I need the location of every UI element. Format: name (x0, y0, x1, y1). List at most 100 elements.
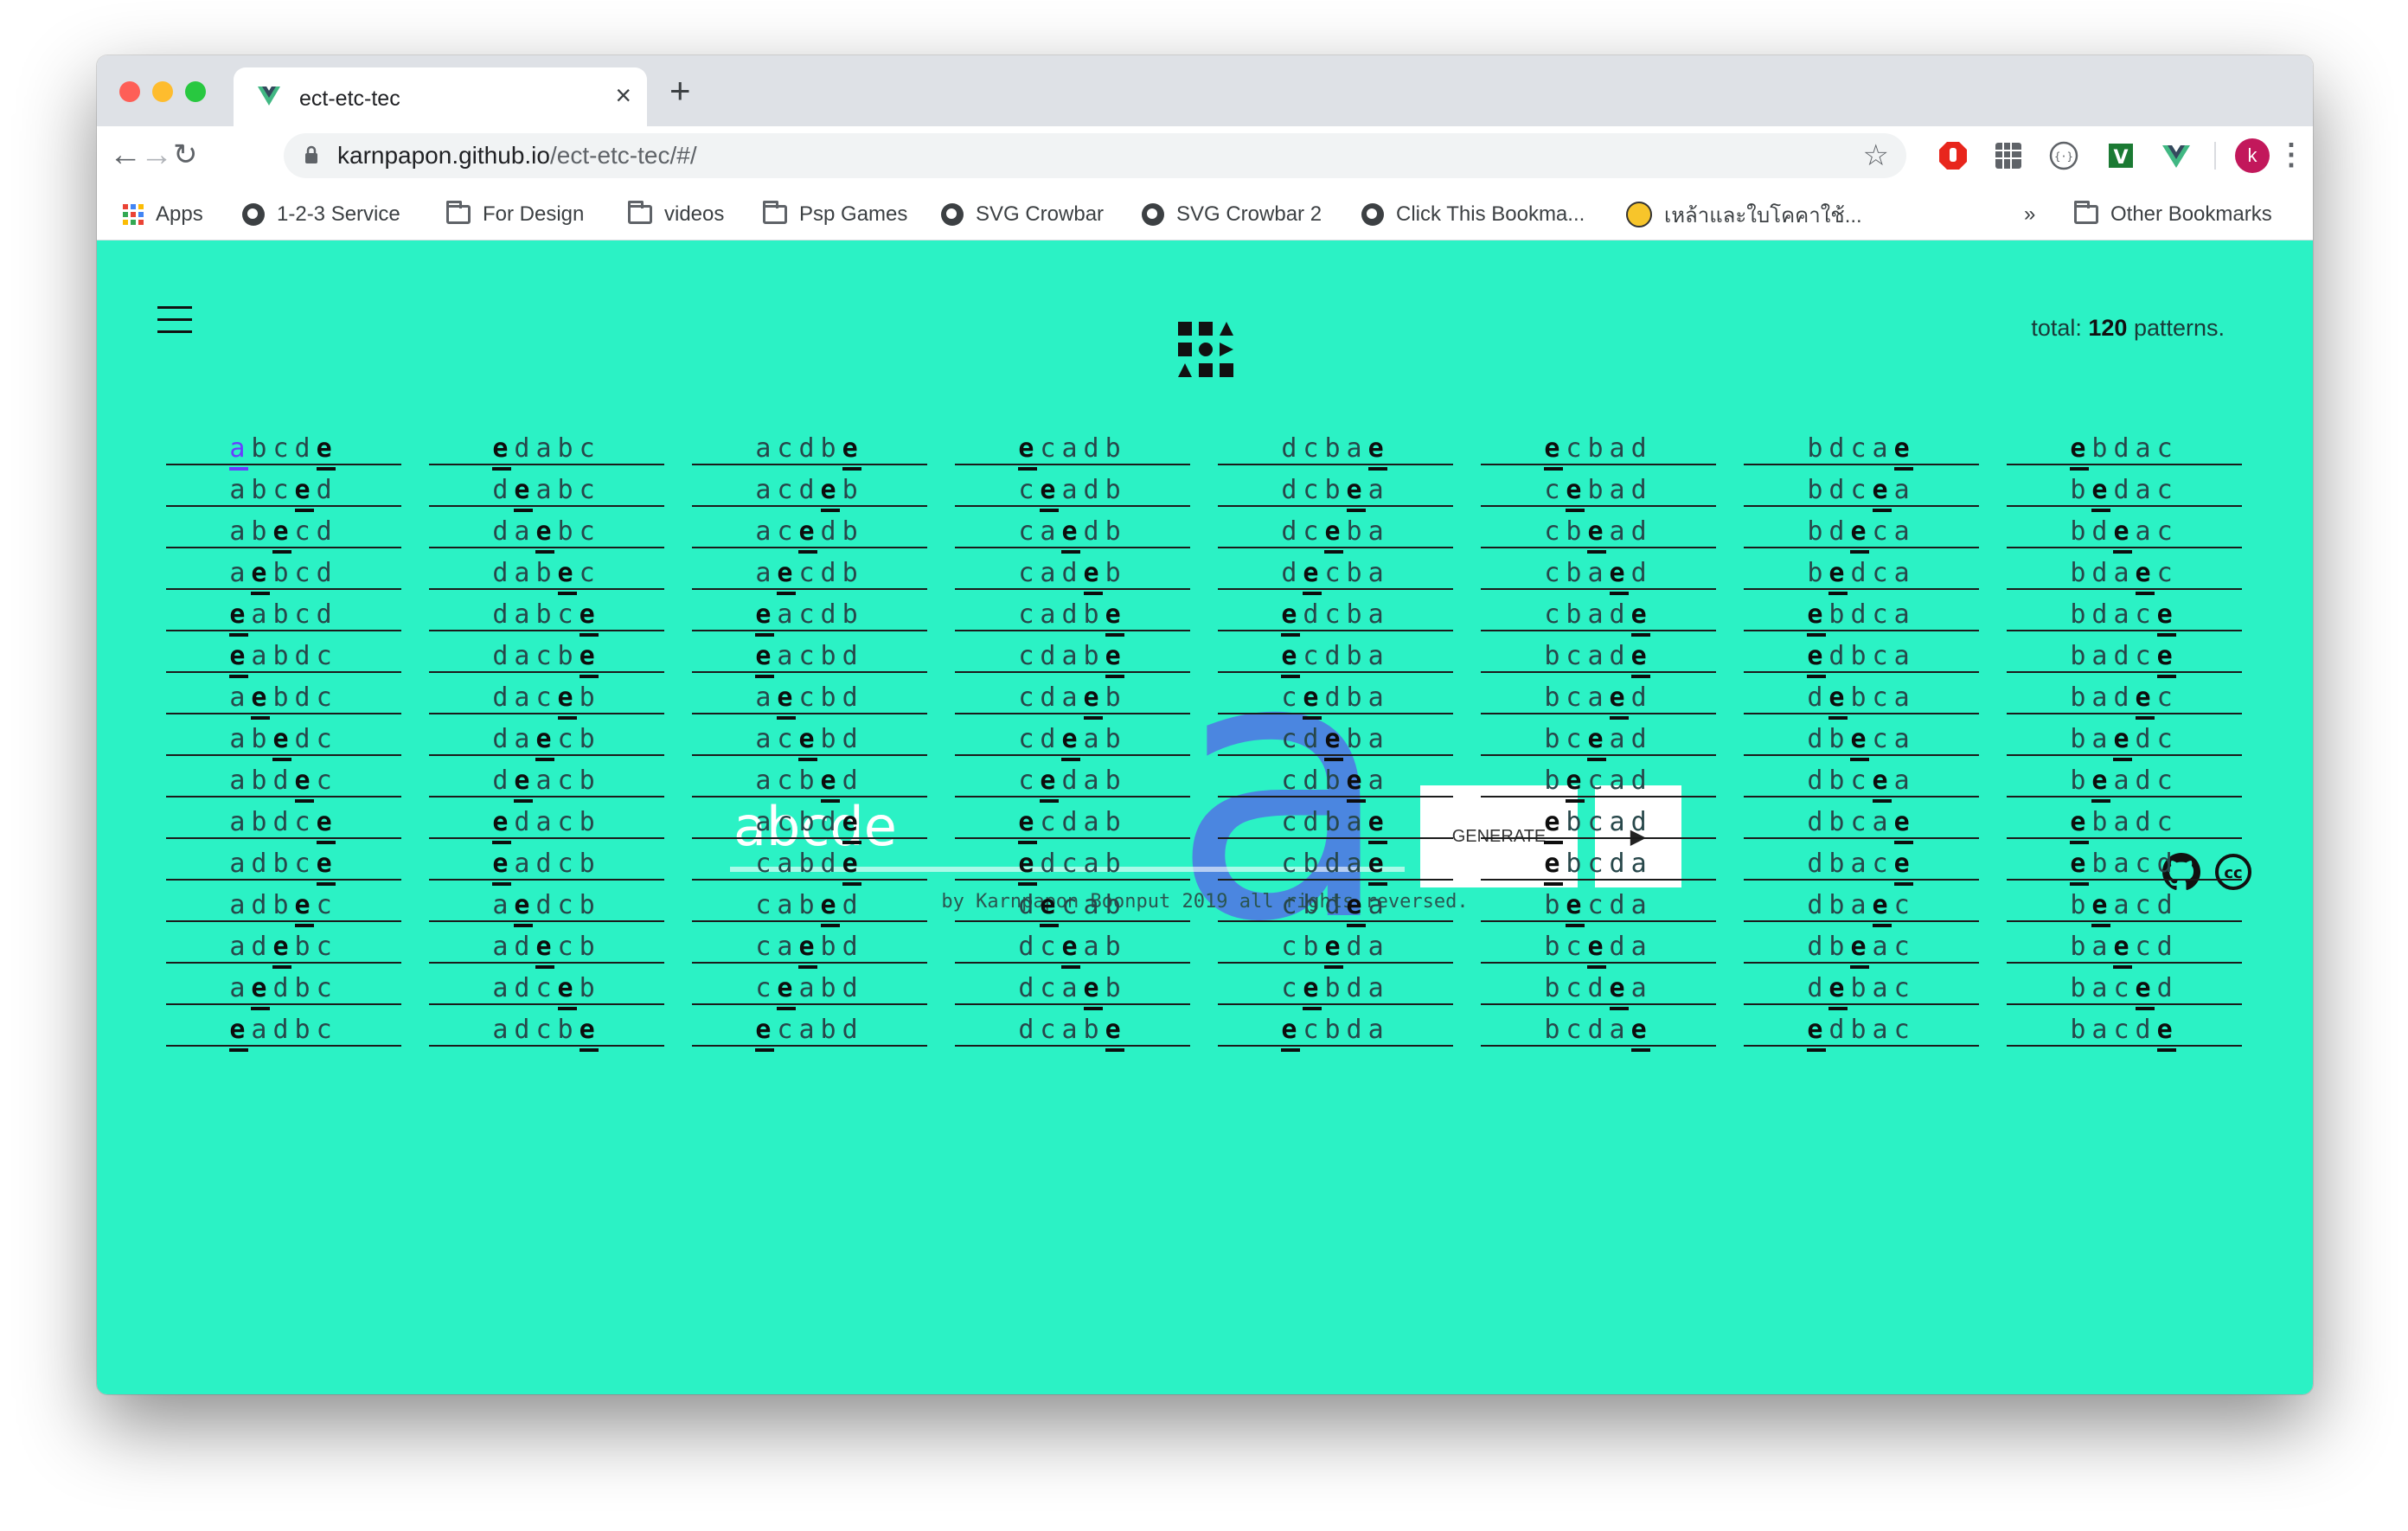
pattern-row[interactable]: deabc (429, 465, 664, 507)
pattern-row[interactable]: eadcb (429, 839, 664, 881)
pattern-row[interactable]: dbeca (1744, 714, 1979, 756)
bookmark-123-service[interactable]: 1-2-3 Service (242, 201, 400, 228)
pattern-row[interactable]: badce (2007, 631, 2242, 673)
pattern-row[interactable]: adcbe (429, 1005, 664, 1047)
code-extension-icon[interactable]: {·} (2048, 140, 2079, 171)
bookmark-thai[interactable]: เหล้าและใบโคคาใช้... (1626, 201, 1862, 228)
pattern-row[interactable]: cebad (1481, 465, 1716, 507)
pattern-row[interactable]: dcabe (955, 1005, 1190, 1047)
bookmark-svg-crowbar-2[interactable]: SVG Crowbar 2 (1142, 201, 1322, 228)
pattern-row[interactable]: bdcae (1744, 424, 1979, 465)
pattern-row[interactable]: bdeca (1744, 507, 1979, 548)
pattern-row[interactable]: ebdca (1744, 590, 1979, 631)
pattern-row[interactable]: bdcea (1744, 465, 1979, 507)
close-window-button[interactable] (119, 81, 140, 102)
pattern-row[interactable]: acbde (692, 798, 927, 839)
pattern-row[interactable]: bcdea (1481, 964, 1716, 1005)
pattern-row[interactable]: daceb (429, 673, 664, 714)
pattern-row[interactable]: debca (1744, 673, 1979, 714)
pattern-row[interactable]: cdaeb (955, 673, 1190, 714)
pattern-row[interactable]: acebd (692, 714, 927, 756)
pattern-row[interactable]: adceb (429, 964, 664, 1005)
pattern-row[interactable]: bcdae (1481, 1005, 1716, 1047)
profile-avatar[interactable]: k (2235, 138, 2270, 173)
pattern-row[interactable]: ebcda (1481, 839, 1716, 881)
bookmark-star-icon[interactable]: ☆ (1863, 138, 1889, 173)
pattern-row[interactable]: abdec (166, 756, 401, 798)
pattern-row[interactable]: cdabe (955, 631, 1190, 673)
minimize-window-button[interactable] (152, 81, 173, 102)
pattern-row[interactable]: cabde (692, 839, 927, 881)
pattern-row[interactable]: acbed (692, 756, 927, 798)
pattern-row[interactable]: cdbae (1218, 798, 1453, 839)
pattern-row[interactable]: eabdc (166, 631, 401, 673)
pattern-row[interactable]: eadbc (166, 1005, 401, 1047)
back-icon[interactable]: ← (109, 135, 142, 175)
new-tab-button[interactable]: + (669, 71, 691, 111)
pattern-row[interactable]: cadeb (955, 548, 1190, 590)
pattern-row[interactable]: ceabd (692, 964, 927, 1005)
pattern-row[interactable]: eabcd (166, 590, 401, 631)
pattern-row[interactable]: dacbe (429, 631, 664, 673)
pattern-row[interactable]: ecdba (1218, 631, 1453, 673)
pattern-row[interactable]: adbec (166, 881, 401, 922)
vue-devtools-icon[interactable] (2161, 140, 2192, 171)
pattern-row[interactable]: eacbd (692, 631, 927, 673)
bookmark-psp-games[interactable]: Psp Games (763, 201, 907, 228)
pattern-row[interactable]: dbeac (1744, 922, 1979, 964)
bookmark-for-design[interactable]: For Design (446, 201, 584, 228)
address-bar[interactable]: karnpapon.github.io/ect-etc-tec/#/ ☆ (284, 133, 1906, 178)
pattern-row[interactable]: daecb (429, 714, 664, 756)
pattern-row[interactable]: beacd (2007, 881, 2242, 922)
pattern-row[interactable]: ebdac (2007, 424, 2242, 465)
pattern-row[interactable]: cdeab (955, 714, 1190, 756)
pattern-row[interactable]: abecd (166, 507, 401, 548)
pattern-row[interactable]: cbeda (1218, 922, 1453, 964)
pattern-row[interactable]: ebcad (1481, 798, 1716, 839)
pattern-row[interactable]: decba (1218, 548, 1453, 590)
pattern-row[interactable]: beadc (2007, 756, 2242, 798)
zoom-window-button[interactable] (185, 81, 206, 102)
pattern-row[interactable]: adecb (429, 922, 664, 964)
pattern-row[interactable]: bcead (1481, 714, 1716, 756)
pattern-row[interactable]: abced (166, 465, 401, 507)
pattern-row[interactable]: bcade (1481, 631, 1716, 673)
pattern-row[interactable]: dceba (1218, 507, 1453, 548)
pattern-row[interactable]: debac (1744, 964, 1979, 1005)
pattern-row[interactable]: baced (2007, 964, 2242, 1005)
pattern-row[interactable]: becda (1481, 881, 1716, 922)
pattern-row[interactable]: cbdea (1218, 881, 1453, 922)
pattern-row[interactable]: ebadc (2007, 798, 2242, 839)
pattern-row[interactable]: badec (2007, 673, 2242, 714)
pattern-row[interactable]: bdaec (2007, 548, 2242, 590)
pattern-row[interactable]: ebacd (2007, 839, 2242, 881)
pattern-row[interactable]: ecbda (1218, 1005, 1453, 1047)
pattern-row[interactable]: cdbea (1218, 756, 1453, 798)
pattern-row[interactable]: dcaeb (955, 964, 1190, 1005)
pattern-row[interactable]: ecbad (1481, 424, 1716, 465)
pattern-row[interactable]: aebcd (166, 548, 401, 590)
pattern-row[interactable]: bedac (2007, 465, 2242, 507)
pattern-row[interactable]: dbace (1744, 839, 1979, 881)
pattern-row[interactable]: dbcea (1744, 756, 1979, 798)
bookmark-svg-crowbar[interactable]: SVG Crowbar (941, 201, 1104, 228)
pattern-row[interactable]: daebc (429, 507, 664, 548)
pattern-row[interactable]: edcba (1218, 590, 1453, 631)
pattern-row[interactable]: cedba (1218, 673, 1453, 714)
menu-icon[interactable] (157, 306, 192, 334)
pattern-row[interactable]: acedb (692, 507, 927, 548)
reload-icon[interactable]: ↻ (173, 135, 198, 175)
pattern-row[interactable]: dcbae (1218, 424, 1453, 465)
pattern-row[interactable]: abcde (166, 424, 401, 465)
grid-extension-icon[interactable] (1993, 140, 2024, 171)
pattern-row[interactable]: ecadb (955, 424, 1190, 465)
pattern-row[interactable]: ecabd (692, 1005, 927, 1047)
pattern-row[interactable]: aedbc (166, 964, 401, 1005)
pattern-row[interactable]: bdace (2007, 590, 2242, 631)
pattern-row[interactable]: dbcae (1744, 798, 1979, 839)
adblock-extension-icon[interactable] (1937, 140, 1969, 171)
pattern-row[interactable]: baecd (2007, 922, 2242, 964)
pattern-row[interactable]: caebd (692, 922, 927, 964)
pattern-row[interactable]: aebdc (166, 673, 401, 714)
pattern-row[interactable]: aecbd (692, 673, 927, 714)
